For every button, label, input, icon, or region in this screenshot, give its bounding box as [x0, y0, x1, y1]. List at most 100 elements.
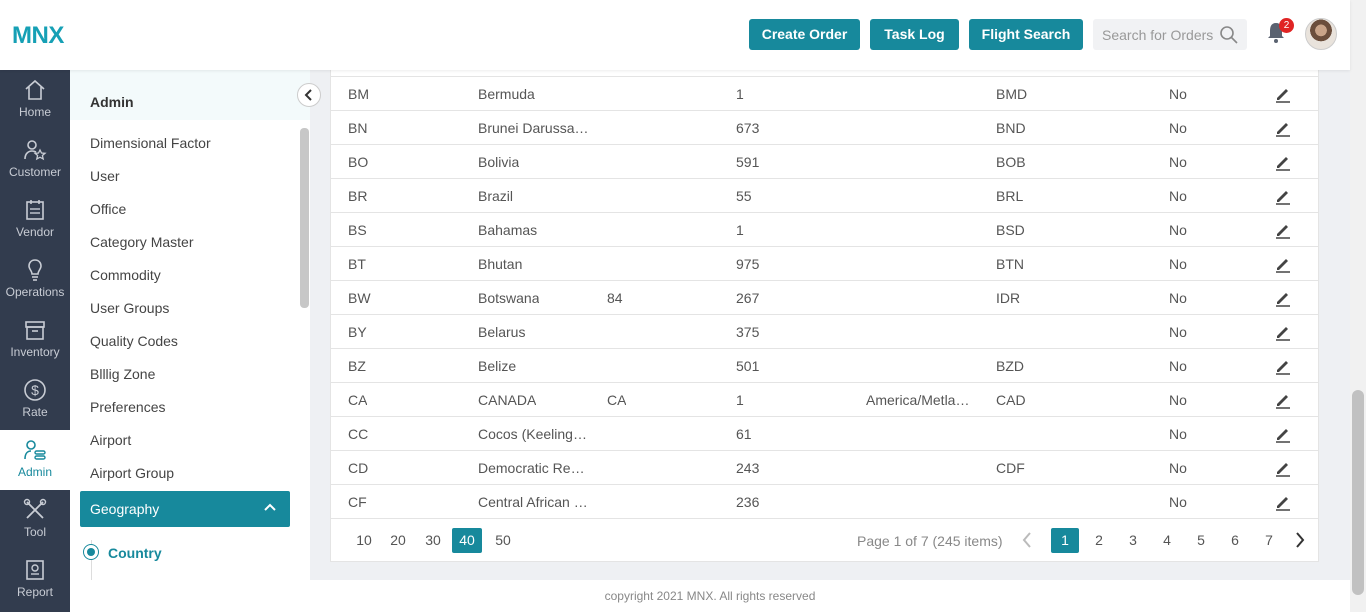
currency-cell: BSD	[996, 222, 1025, 238]
edit-icon[interactable]	[1274, 85, 1292, 103]
short-code-cell: CA	[607, 392, 627, 408]
submenu-item-quality-codes[interactable]: Quality Codes	[90, 333, 178, 349]
nav-vendor[interactable]: Vendor	[0, 190, 70, 250]
country-name-cell: Central African …	[478, 494, 588, 510]
nav-tool[interactable]: Tool	[0, 490, 70, 550]
create-order-button[interactable]: Create Order	[749, 19, 860, 50]
page-size-30[interactable]: 30	[418, 528, 448, 553]
submenu-item-office[interactable]: Office	[90, 201, 126, 217]
search-icon[interactable]	[1219, 25, 1239, 45]
code-cell: BO	[348, 154, 369, 170]
table-row[interactable]: BR Brazil 55 BRL No	[331, 178, 1318, 212]
submenu-item-category-master[interactable]: Category Master	[90, 234, 193, 250]
edit-icon[interactable]	[1274, 221, 1292, 239]
table-row[interactable]: BN Brunei Darussa… 673 BND No	[331, 110, 1318, 144]
page-size-50[interactable]: 50	[488, 528, 518, 553]
flag-cell: No	[1169, 188, 1187, 204]
code-cell: BY	[348, 324, 367, 340]
edit-icon[interactable]	[1274, 255, 1292, 273]
page-size-10[interactable]: 10	[349, 528, 379, 553]
submenu-item-preferences[interactable]: Preferences	[90, 399, 165, 415]
submenu-item-dimensional-factor[interactable]: Dimensional Factor	[90, 135, 211, 151]
nav-inventory[interactable]: Inventory	[0, 310, 70, 370]
nav-admin[interactable]: Admin	[0, 430, 70, 490]
nav-home[interactable]: Home	[0, 70, 70, 130]
table-row[interactable]: BW Botswana 84 267 IDR No	[331, 280, 1318, 314]
currency-cell: CAD	[996, 392, 1026, 408]
submenu-title: Admin	[90, 94, 134, 110]
edit-icon[interactable]	[1274, 357, 1292, 375]
table-row[interactable]: CF Central African … 236 No	[331, 484, 1318, 518]
table-row[interactable]: BM Bermuda 1 BMD No	[331, 76, 1318, 110]
flag-cell: No	[1169, 324, 1187, 340]
table-row[interactable]: BY Belarus 375 No	[331, 314, 1318, 348]
table-row[interactable]: BT Bhutan 975 BTN No	[331, 246, 1318, 280]
edit-icon[interactable]	[1274, 187, 1292, 205]
submenu-item-country[interactable]: Country	[108, 545, 162, 561]
edit-icon[interactable]	[1274, 153, 1292, 171]
footer: copyright 2021 MNX. All rights reserved	[70, 580, 1350, 612]
customer-icon	[24, 140, 47, 161]
flag-cell: No	[1169, 460, 1187, 476]
page-scrollbar-thumb[interactable]	[1352, 390, 1364, 595]
table-row[interactable]: BS Bahamas 1 BSD No	[331, 212, 1318, 246]
nav-customer[interactable]: Customer	[0, 130, 70, 190]
collapse-submenu-button[interactable]	[297, 83, 321, 107]
edit-icon[interactable]	[1274, 459, 1292, 477]
edit-icon[interactable]	[1274, 391, 1292, 409]
currency-cell: BRL	[996, 188, 1024, 204]
page-1[interactable]: 1	[1051, 528, 1079, 553]
dial-code-cell: 55	[736, 188, 752, 204]
page-7[interactable]: 7	[1255, 528, 1283, 553]
dial-code-cell: 1	[736, 222, 744, 238]
edit-icon[interactable]	[1274, 289, 1292, 307]
next-page-icon[interactable]	[1295, 532, 1305, 548]
code-cell: BT	[348, 256, 366, 272]
submenu-item-billing-zone[interactable]: Blllig Zone	[90, 366, 155, 382]
task-log-button[interactable]: Task Log	[870, 19, 959, 50]
currency-cell: BND	[996, 120, 1026, 136]
table-row[interactable]: BZ Belize 501 BZD No	[331, 348, 1318, 382]
submenu-item-airport-group[interactable]: Airport Group	[90, 465, 174, 481]
edit-icon[interactable]	[1274, 323, 1292, 341]
nav-operations[interactable]: Operations	[0, 250, 70, 310]
page-5[interactable]: 5	[1187, 528, 1215, 553]
admin-submenu: Admin Dimensional Factor User Office Cat…	[70, 70, 321, 580]
edit-icon[interactable]	[1274, 493, 1292, 511]
table-row[interactable]: CA CANADA CA 1 America/Metla… CAD No	[331, 382, 1318, 416]
search-input[interactable]	[1093, 19, 1217, 50]
submenu-item-user[interactable]: User	[90, 168, 120, 184]
country-name-cell: Bolivia	[478, 154, 520, 170]
nav-tool-label: Tool	[23, 525, 46, 539]
short-code-cell: 84	[607, 290, 623, 306]
nav-report[interactable]: Report	[0, 550, 70, 610]
edit-icon[interactable]	[1274, 425, 1292, 443]
code-cell: CD	[348, 460, 369, 476]
submenu-item-commodity[interactable]: Commodity	[90, 267, 161, 283]
geography-group-toggle[interactable]: Geography	[80, 491, 290, 527]
page-6[interactable]: 6	[1221, 528, 1249, 553]
vendor-icon	[26, 200, 44, 220]
page-2[interactable]: 2	[1085, 528, 1113, 553]
page-4[interactable]: 4	[1153, 528, 1181, 553]
nav-rate[interactable]: $ Rate	[0, 370, 70, 430]
avatar[interactable]	[1305, 18, 1337, 50]
table-row[interactable]: BO Bolivia 591 BOB No	[331, 144, 1318, 178]
submenu-scrollbar[interactable]	[300, 128, 309, 308]
tools-icon	[23, 498, 47, 519]
page-3[interactable]: 3	[1119, 528, 1147, 553]
edit-icon[interactable]	[1274, 119, 1292, 137]
mnx-logo[interactable]: MNX	[12, 22, 64, 50]
flight-search-button[interactable]: Flight Search	[969, 19, 1083, 50]
page-size-40[interactable]: 40	[452, 528, 482, 553]
submenu-item-user-groups[interactable]: User Groups	[90, 300, 169, 316]
table-row[interactable]: CD Democratic Re… 243 CDF No	[331, 450, 1318, 484]
page-size-20[interactable]: 20	[383, 528, 413, 553]
submenu-item-airport[interactable]: Airport	[90, 432, 131, 448]
nav-customer-label: Customer	[8, 165, 61, 179]
flag-cell: No	[1169, 154, 1187, 170]
dial-code-cell: 375	[736, 324, 760, 340]
table-row[interactable]: CC Cocos (Keeling… 61 No	[331, 416, 1318, 450]
prev-page-icon[interactable]	[1022, 532, 1032, 548]
code-cell: CF	[348, 494, 367, 510]
